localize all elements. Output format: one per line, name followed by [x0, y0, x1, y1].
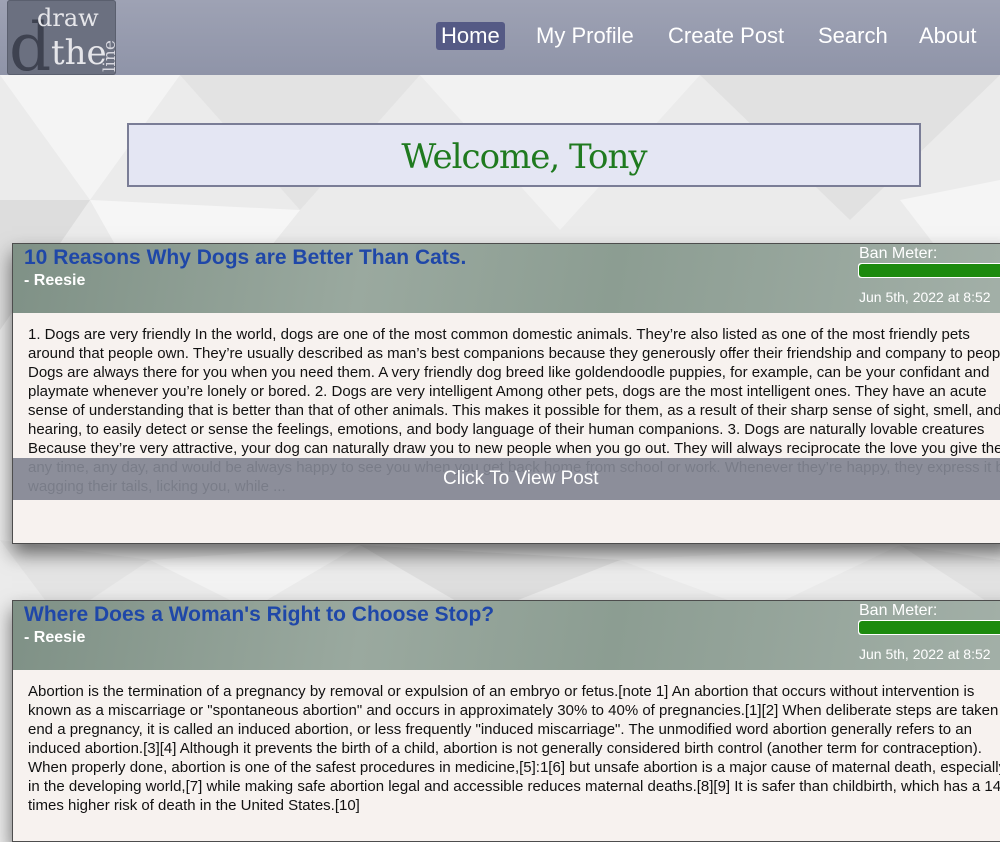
post-header: 10 Reasons Why Dogs are Better Than Cats…: [13, 244, 1000, 313]
post-body: 1. Dogs are very friendly In the world, …: [13, 313, 1000, 500]
nav-search[interactable]: Search: [818, 22, 888, 50]
logo-word-the: the: [51, 33, 107, 73]
post-author[interactable]: - Reesie: [24, 272, 85, 290]
post-date: Jun 5th, 2022 at 8:52: [859, 646, 991, 662]
post-header: Where Does a Woman's Right to Choose Sto…: [13, 601, 1000, 670]
post-title[interactable]: 10 Reasons Why Dogs are Better Than Cats…: [24, 246, 466, 270]
ban-meter-label: Ban Meter:: [859, 602, 938, 619]
post-body: Abortion is the termination of a pregnan…: [13, 670, 1000, 841]
view-post-button[interactable]: Click To View Post: [13, 458, 1000, 500]
nav-my-profile[interactable]: My Profile: [536, 22, 634, 50]
ban-meter: [858, 263, 1000, 278]
post-card[interactable]: Where Does a Woman's Right to Choose Sto…: [12, 600, 1000, 842]
logo-word-line: line: [100, 40, 116, 72]
nav-create-post[interactable]: Create Post: [668, 22, 784, 50]
top-nav: d draw the line Home My Profile Create P…: [0, 0, 1000, 75]
post-card[interactable]: 10 Reasons Why Dogs are Better Than Cats…: [12, 243, 1000, 544]
logo-word-draw: draw: [37, 4, 99, 32]
post-body-text: Abortion is the termination of a pregnan…: [28, 683, 1000, 814]
post-date: Jun 5th, 2022 at 8:52: [859, 289, 991, 305]
post-title[interactable]: Where Does a Woman's Right to Choose Sto…: [24, 603, 494, 627]
site-logo[interactable]: d draw the line: [7, 0, 116, 75]
ban-meter-fill: [859, 621, 1000, 634]
welcome-banner: Welcome, Tony: [127, 123, 921, 187]
ban-meter: [858, 620, 1000, 635]
nav-home[interactable]: Home: [436, 22, 505, 50]
nav-about[interactable]: About: [919, 22, 977, 50]
ban-meter-fill: [859, 264, 1000, 277]
ban-meter-label: Ban Meter:: [859, 245, 938, 262]
post-author[interactable]: - Reesie: [24, 629, 85, 647]
